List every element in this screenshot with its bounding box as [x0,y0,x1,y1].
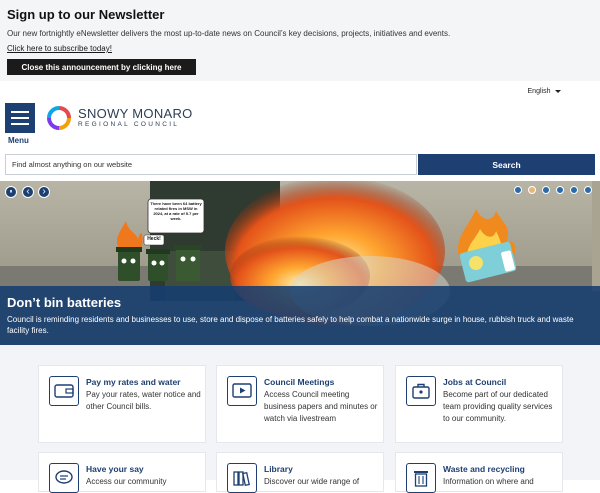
hero-title[interactable]: Don’t bin batteries [7,295,593,310]
service-card-rates[interactable]: Pay my rates and water Pay your rates, w… [38,365,206,443]
books-icon [227,463,257,493]
wallet-icon [49,376,79,406]
slide-dot[interactable] [542,186,550,194]
service-title: Library [264,464,293,474]
language-select[interactable]: English [521,83,568,99]
service-desc: Pay your rates, water notice and other C… [86,390,201,411]
pause-button[interactable]: ⏸ [5,186,17,198]
service-desc: Become part of our dedicated team provid… [443,390,553,423]
logo-line1: SNOWY MONARO [78,106,193,121]
slide-dot[interactable] [570,186,578,194]
bin-icon [406,463,436,493]
video-play-icon [227,376,257,406]
menu-label: Menu [8,136,29,145]
hamburger-line [11,123,29,125]
service-card-meetings[interactable]: Council Meetings Access Council meeting … [216,365,384,443]
hamburger-line [11,117,29,119]
caret-down-icon [555,89,562,93]
service-title: Pay my rates and water [86,377,181,387]
service-card-library[interactable]: Library Discover our wide range of [216,452,384,493]
service-card-have-your-say[interactable]: Have your say Access our community [38,452,206,493]
services-section: Pay my rates and water Pay your rates, w… [0,345,600,493]
prev-slide-button[interactable]: ‹ [22,186,34,198]
newsletter-announcement: Sign up to our Newsletter Our new fortni… [0,0,600,81]
service-title: Jobs at Council [443,377,507,387]
service-title: Council Meetings [264,377,335,387]
chevron-right-icon: › [42,186,46,197]
slide-dot[interactable] [584,186,592,194]
subscribe-link[interactable]: Click here to subscribe today! [7,44,593,53]
chevron-left-icon: ‹ [26,186,30,197]
slide-dot[interactable] [528,186,536,194]
logo-line2: REGIONAL COUNCIL [78,121,180,128]
close-announcement-button[interactable]: Close this announcement by clicking here [7,59,196,75]
chat-bubble-icon [49,463,79,493]
slide-dot[interactable] [556,186,564,194]
search-button[interactable]: Search [418,154,595,175]
service-card-jobs[interactable]: Jobs at Council Become part of our dedic… [395,365,563,443]
service-desc: Discover our wide range of [264,477,360,486]
search-input[interactable] [5,154,417,175]
announcement-title: Sign up to our Newsletter [7,7,165,22]
service-title: Have your say [86,464,144,474]
slide-dot[interactable] [514,186,522,194]
carousel-dots [514,186,592,194]
hamburger-line [11,111,29,113]
service-desc: Access Council meeting business papers a… [264,390,378,423]
service-title: Waste and recycling [443,464,525,474]
announcement-body: Our new fortnightly eNewsletter delivers… [7,29,451,38]
speech-bubble-text: There have been 64 battery related fires… [150,201,202,221]
service-desc: Information on where and [443,477,534,486]
language-selected: English [527,87,551,95]
council-logo[interactable]: SNOWY MONARO REGIONAL COUNCIL [46,105,193,131]
hero-caption: Don’t bin batteries Council is reminding… [0,286,600,345]
exclaim-text: Heck! [147,236,161,242]
menu-button[interactable] [5,103,35,133]
pause-icon: ⏸ [9,188,13,195]
service-desc: Access our community [86,477,167,486]
logo-mark-icon [47,106,71,130]
next-slide-button[interactable]: › [38,186,50,198]
hero-text: Council is reminding residents and busin… [7,315,574,335]
briefcase-icon [406,376,436,406]
service-card-waste[interactable]: Waste and recycling Information on where… [395,452,563,493]
